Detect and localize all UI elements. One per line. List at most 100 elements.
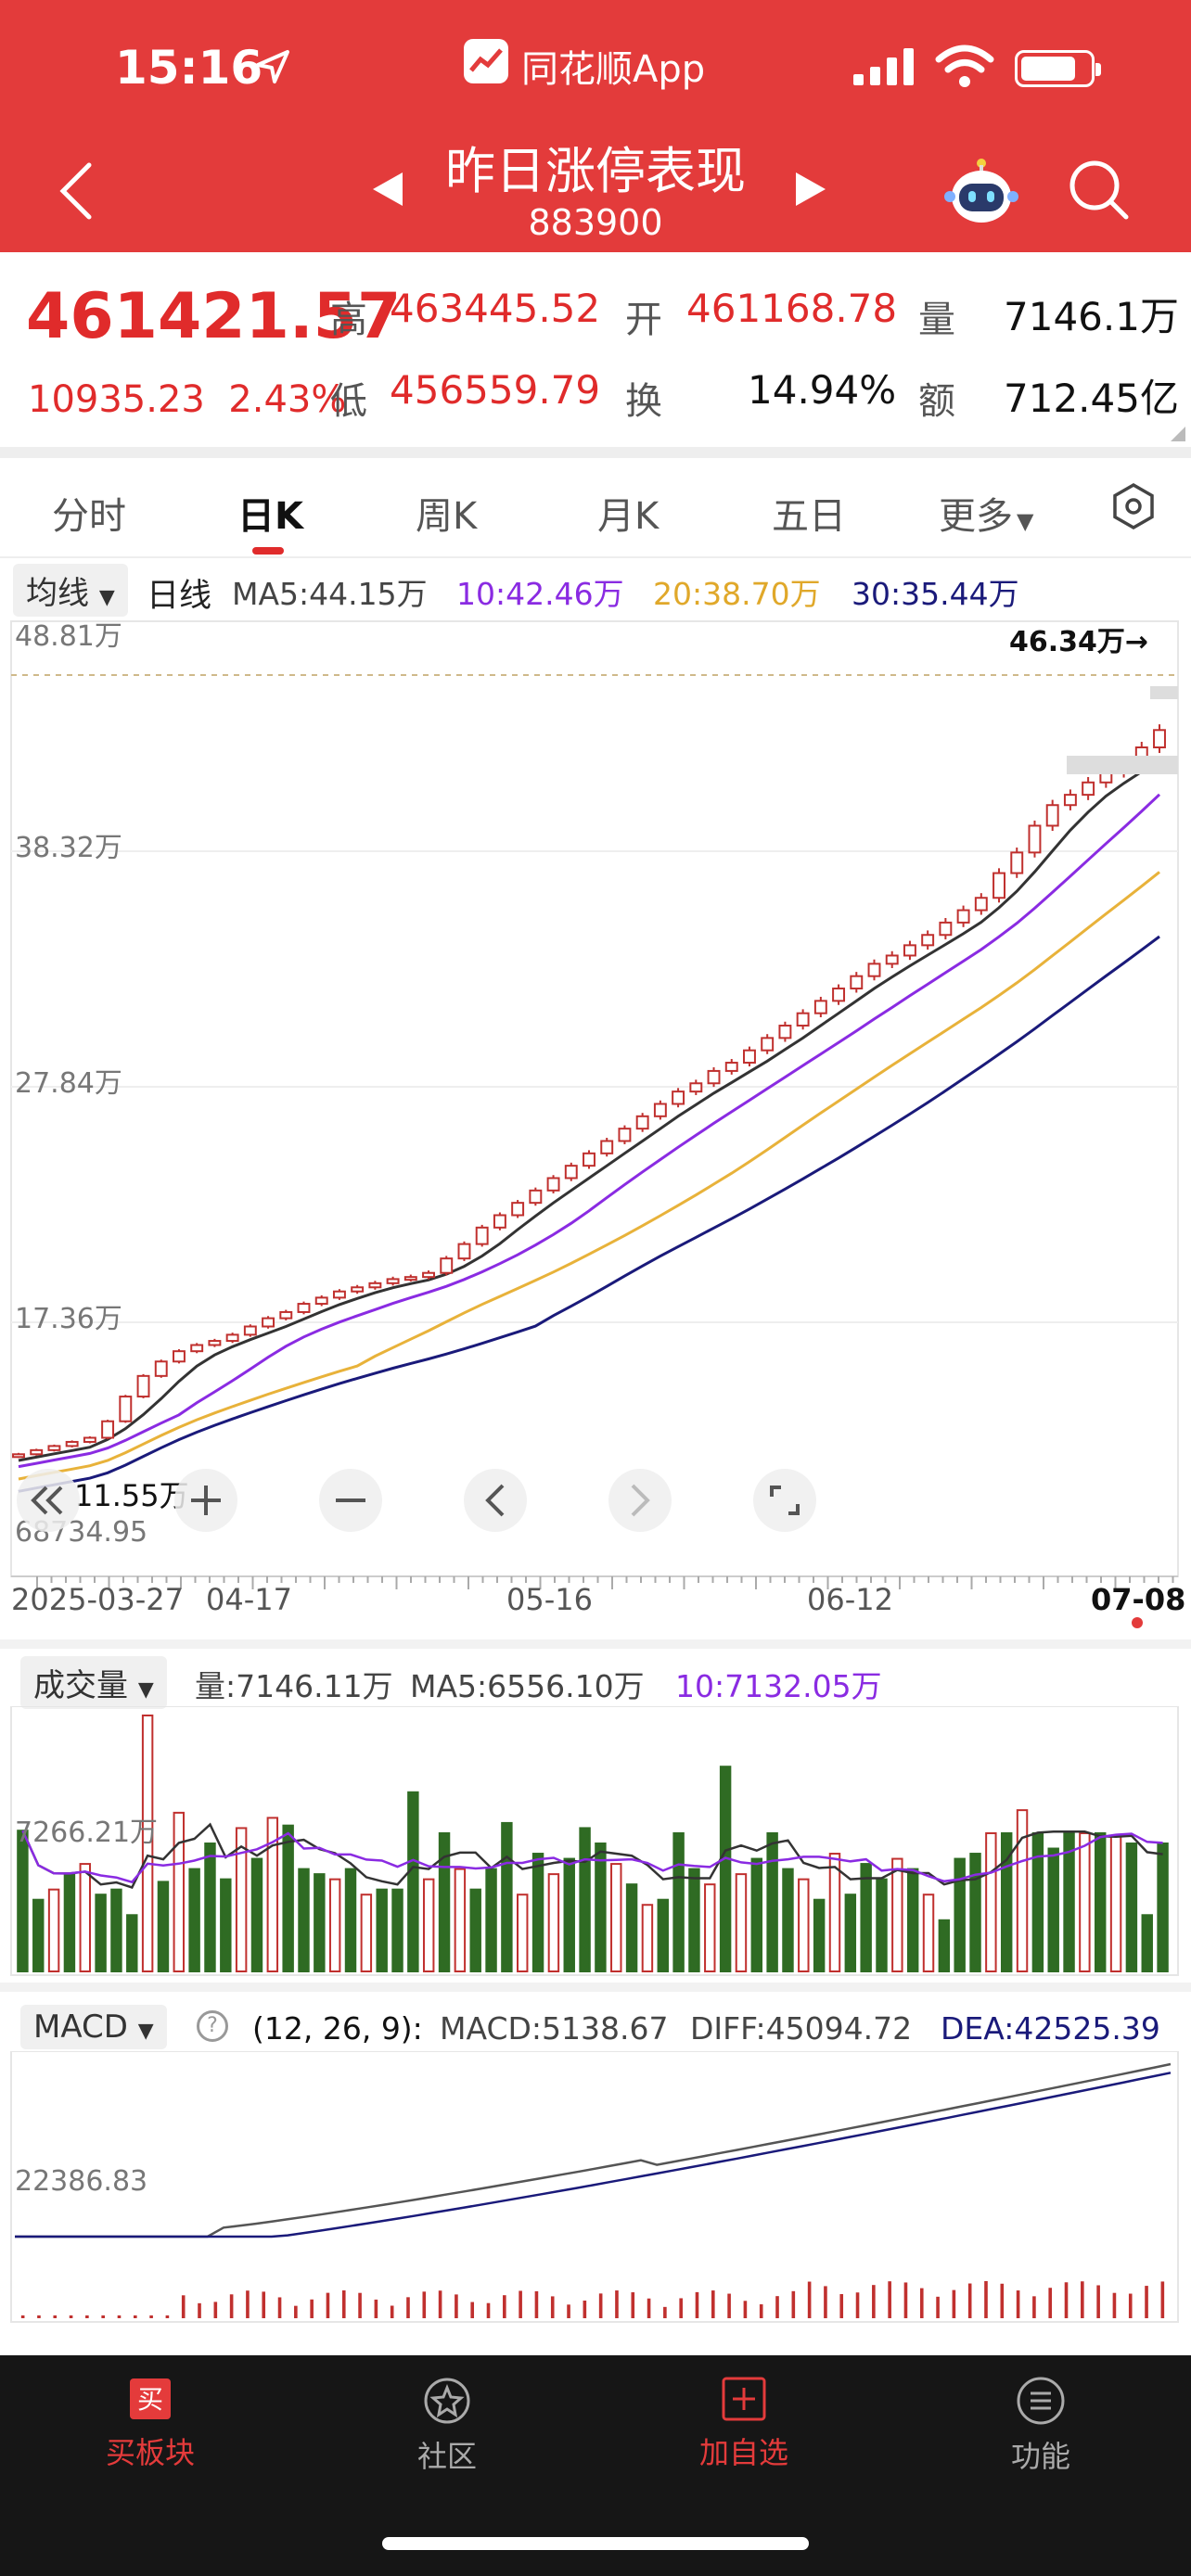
pan-left-button[interactable] bbox=[464, 1469, 527, 1532]
macd-bar bbox=[1112, 2292, 1117, 2318]
ma-selector[interactable]: 均线 ▼ bbox=[13, 564, 128, 617]
high-value: 463445.52 bbox=[390, 286, 601, 331]
candle-body bbox=[600, 1140, 614, 1154]
low-value: 456559.79 bbox=[390, 367, 601, 413]
scroll-start-button[interactable] bbox=[17, 1469, 80, 1532]
location-arrow-icon bbox=[256, 50, 289, 83]
tab-daily-k[interactable]: 日K bbox=[237, 486, 303, 540]
help-icon[interactable]: ? bbox=[197, 2010, 228, 2042]
volume-selector[interactable]: 成交量 ▼ bbox=[20, 1656, 167, 1709]
volume-bar bbox=[1047, 1847, 1059, 1972]
candle-body bbox=[119, 1396, 133, 1422]
candle-body bbox=[101, 1420, 115, 1439]
settings-hexagon-icon[interactable] bbox=[1109, 482, 1158, 530]
price-change: 10935.23 2.43% bbox=[28, 378, 346, 421]
volume-bar bbox=[672, 1831, 685, 1972]
volume-chart[interactable]: 7266.21万 bbox=[0, 1706, 1191, 1981]
nav-functions[interactable]: 功能 bbox=[948, 2376, 1133, 2476]
fullscreen-button[interactable] bbox=[753, 1469, 816, 1532]
kline-chart[interactable]: 48.81万 38.32万 27.84万 17.36万 68734.95 46.… bbox=[0, 612, 1191, 1623]
volume-bar bbox=[860, 1863, 872, 1972]
zoom-in-button[interactable] bbox=[174, 1469, 237, 1532]
expand-corner-icon[interactable] bbox=[1171, 427, 1185, 441]
volume-bar bbox=[876, 1878, 888, 1972]
macd-bar bbox=[438, 2290, 442, 2318]
candle-body bbox=[1028, 824, 1042, 854]
date-axis-tick-3: 05-16 bbox=[506, 1582, 593, 1617]
pan-right-button[interactable] bbox=[608, 1469, 672, 1532]
candle-body bbox=[653, 1103, 667, 1117]
price-axis-l4: 17.36万 bbox=[15, 1303, 122, 1335]
tab-more[interactable]: 更多 ▼ bbox=[939, 486, 1033, 540]
volume-bar bbox=[173, 1811, 186, 1972]
macd-bar bbox=[583, 2300, 587, 2318]
volume-bar bbox=[610, 1863, 622, 1972]
volume-bar bbox=[954, 1857, 966, 1972]
macd-lines bbox=[15, 2062, 1172, 2238]
volume-bar bbox=[126, 1914, 138, 1972]
candle-body bbox=[618, 1128, 632, 1142]
candle-body bbox=[493, 1214, 506, 1229]
volume-bars bbox=[17, 1715, 1169, 1973]
tab-five-day[interactable]: 五日 bbox=[772, 486, 846, 540]
candle-body bbox=[136, 1374, 150, 1398]
dea-line bbox=[15, 2072, 1172, 2238]
candle-body bbox=[761, 1037, 775, 1052]
app-name[interactable]: 同花顺App bbox=[521, 39, 705, 93]
candle-body bbox=[475, 1226, 489, 1245]
macd-bar bbox=[663, 2306, 667, 2318]
macd-axis-label: 22386.83 bbox=[15, 2165, 147, 2198]
macd-bar bbox=[839, 2293, 844, 2318]
volume-bar bbox=[704, 1883, 716, 1972]
macd-bar bbox=[824, 2286, 827, 2318]
robot-assistant-icon[interactable] bbox=[944, 156, 1018, 226]
macd-bar bbox=[294, 2305, 298, 2318]
ma10-line bbox=[18, 793, 1161, 1469]
volume-bar bbox=[314, 1873, 326, 1972]
nav-add-watchlist[interactable]: 加自选 bbox=[651, 2376, 837, 2472]
macd-bar bbox=[341, 2290, 346, 2318]
macd-bar bbox=[695, 2291, 699, 2318]
search-icon[interactable] bbox=[1067, 158, 1132, 223]
candle-body bbox=[583, 1152, 596, 1167]
candle-body bbox=[30, 1448, 44, 1456]
tab-intraday[interactable]: 分时 bbox=[52, 486, 126, 540]
macd-bar bbox=[631, 2292, 635, 2318]
volume-bar bbox=[641, 1904, 654, 1973]
macd-selector-label: MACD bbox=[33, 2009, 128, 2046]
ma-lines bbox=[18, 758, 1161, 1493]
macd-bar bbox=[919, 2288, 924, 2318]
volume-bar bbox=[1063, 1831, 1075, 1972]
macd-chart[interactable]: 22386.83 bbox=[0, 2051, 1191, 2326]
high-label: 高 bbox=[330, 299, 367, 341]
macd-bar bbox=[101, 2315, 105, 2318]
candle-body bbox=[403, 1276, 417, 1282]
nav-buy-sector[interactable]: 买 买板块 bbox=[58, 2376, 243, 2472]
macd-bar bbox=[872, 2285, 876, 2318]
tab-monthly-k[interactable]: 月K bbox=[597, 486, 659, 540]
next-item-icon[interactable] bbox=[794, 171, 827, 208]
volume-bar bbox=[1141, 1914, 1153, 1972]
volume-bar bbox=[657, 1898, 669, 1972]
macd-bar bbox=[855, 2292, 860, 2318]
candle-body bbox=[724, 1062, 738, 1072]
candle-body bbox=[1153, 729, 1166, 749]
volume-bar bbox=[844, 1894, 857, 1972]
volume-bar bbox=[547, 1873, 560, 1972]
macd-bar bbox=[1000, 2283, 1005, 2318]
price-axis-top: 48.81万 bbox=[15, 620, 122, 653]
volume-bar bbox=[1125, 1843, 1138, 1972]
ma-selector-label: 均线 bbox=[26, 575, 89, 612]
macd-bar bbox=[647, 2298, 651, 2318]
diff-line bbox=[15, 2062, 1172, 2238]
tab-weekly-k[interactable]: 周K bbox=[416, 486, 477, 540]
zoom-out-button[interactable] bbox=[319, 1469, 382, 1532]
macd-selector[interactable]: MACD ▼ bbox=[20, 2005, 167, 2049]
macd-params: (12, 26, 9): bbox=[252, 2010, 423, 2047]
macd-bar bbox=[711, 2290, 715, 2318]
ma10-value: 10:42.46万 bbox=[456, 576, 624, 612]
nav-community[interactable]: 社区 bbox=[354, 2376, 540, 2476]
macd-histogram bbox=[20, 2281, 1165, 2318]
macd-bar bbox=[759, 2304, 763, 2318]
candles bbox=[12, 724, 1166, 1459]
